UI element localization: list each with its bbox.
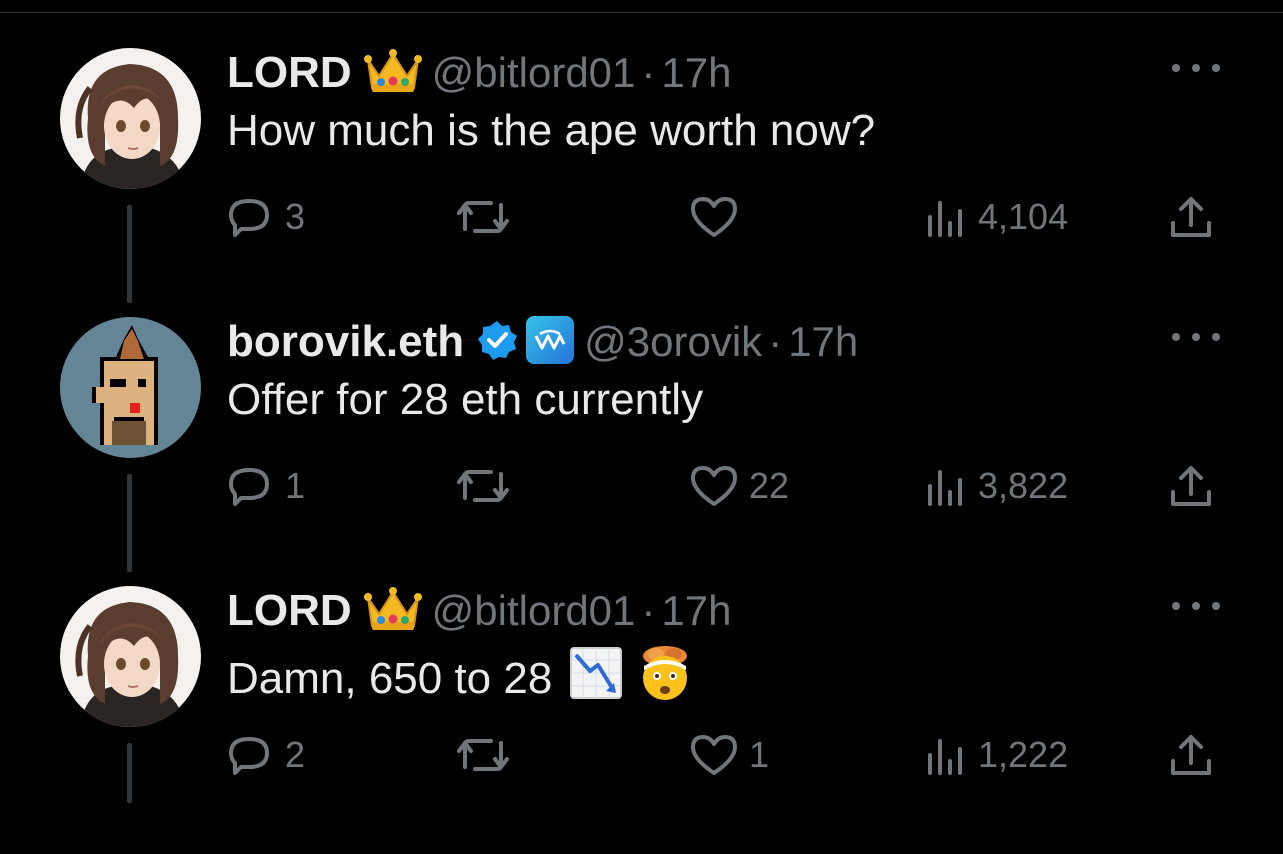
verified-icon xyxy=(476,319,518,366)
avatar[interactable] xyxy=(60,48,201,189)
like-button[interactable]: 22 xyxy=(689,462,789,510)
reply-icon xyxy=(227,195,275,239)
separator-dot: · xyxy=(641,49,656,96)
heart-icon xyxy=(689,195,739,239)
display-name[interactable]: LORD xyxy=(227,48,352,98)
timestamp[interactable]: 17h xyxy=(661,587,731,635)
reply-count: 3 xyxy=(285,196,306,237)
reply-icon xyxy=(227,464,275,508)
crown-icon xyxy=(363,586,422,637)
thread-line xyxy=(127,743,132,803)
share-button[interactable] xyxy=(1167,731,1215,779)
exploding-head-icon xyxy=(636,644,694,713)
repost-button[interactable] xyxy=(455,193,521,241)
chart-decreasing-icon xyxy=(570,647,623,710)
action-bar: 2 1 1,222 xyxy=(227,731,1227,779)
thread-line xyxy=(127,474,132,572)
share-icon xyxy=(1167,464,1215,508)
reply-icon xyxy=(227,733,275,777)
repost-icon xyxy=(455,733,511,777)
timestamp[interactable]: 17h xyxy=(661,49,731,97)
username[interactable]: @bitlord01 xyxy=(432,587,636,635)
share-button[interactable] xyxy=(1167,193,1215,241)
tweet-header: LORD @bitlord01 · 17h xyxy=(227,48,731,98)
tweet[interactable]: LORD @bitlord01 · 17h Damn, 650 to 28 2 … xyxy=(0,586,1283,854)
thread-line xyxy=(127,205,132,303)
display-name[interactable]: borovik.eth xyxy=(227,317,464,367)
reply-count: 1 xyxy=(285,465,306,506)
like-button[interactable] xyxy=(689,193,749,241)
tweet-text: Damn, 650 to 28 xyxy=(227,653,553,703)
like-count: 1 xyxy=(749,734,770,775)
reply-button[interactable]: 1 xyxy=(227,462,305,510)
repost-icon xyxy=(455,195,511,239)
views-button[interactable]: 4,104 xyxy=(922,193,1068,241)
more-options-icon[interactable] xyxy=(1172,594,1220,618)
more-options-icon[interactable] xyxy=(1172,56,1220,80)
share-icon xyxy=(1167,195,1215,239)
views-icon xyxy=(922,733,968,777)
views-icon xyxy=(922,195,968,239)
username[interactable]: @bitlord01 xyxy=(432,49,636,97)
reply-count: 2 xyxy=(285,734,306,775)
tweet-header: borovik.eth @3orovik · 17h xyxy=(227,315,858,369)
repost-icon xyxy=(455,464,511,508)
tweet-text: How much is the ape worth now? xyxy=(227,106,876,155)
heart-icon xyxy=(689,733,739,777)
tweet[interactable]: LORD @bitlord01 · 17h How much is the ap… xyxy=(0,48,1283,316)
affiliate-logo-icon xyxy=(526,315,575,369)
tweet-text-row: Damn, 650 to 28 xyxy=(227,644,694,713)
avatar[interactable] xyxy=(60,317,201,458)
tweet[interactable]: borovik.eth @3orovik · 17h Offer for 28 … xyxy=(0,315,1283,585)
username[interactable]: @3orovik xyxy=(584,318,762,366)
timestamp[interactable]: 17h xyxy=(788,318,858,366)
views-count: 4,104 xyxy=(978,196,1069,237)
share-icon xyxy=(1167,733,1215,777)
heart-icon xyxy=(689,464,739,508)
views-count: 1,222 xyxy=(978,734,1069,775)
views-button[interactable]: 3,822 xyxy=(922,462,1068,510)
crown-icon xyxy=(363,48,422,99)
views-icon xyxy=(922,464,968,508)
like-count: 22 xyxy=(749,465,790,506)
tweet-text: Offer for 28 eth currently xyxy=(227,375,704,424)
views-count: 3,822 xyxy=(978,465,1069,506)
tweet-header: LORD @bitlord01 · 17h xyxy=(227,586,731,636)
separator-dot: · xyxy=(641,587,656,634)
action-bar: 1 22 3,822 xyxy=(227,462,1227,510)
top-divider xyxy=(0,12,1283,13)
more-options-icon[interactable] xyxy=(1172,325,1220,349)
repost-button[interactable] xyxy=(455,462,521,510)
repost-button[interactable] xyxy=(455,731,521,779)
reply-button[interactable]: 3 xyxy=(227,193,305,241)
separator-dot: · xyxy=(768,318,783,365)
views-button[interactable]: 1,222 xyxy=(922,731,1068,779)
like-button[interactable]: 1 xyxy=(689,731,769,779)
avatar[interactable] xyxy=(60,586,201,727)
action-bar: 3 4,104 xyxy=(227,193,1227,241)
reply-button[interactable]: 2 xyxy=(227,731,305,779)
share-button[interactable] xyxy=(1167,462,1215,510)
display-name[interactable]: LORD xyxy=(227,586,352,636)
